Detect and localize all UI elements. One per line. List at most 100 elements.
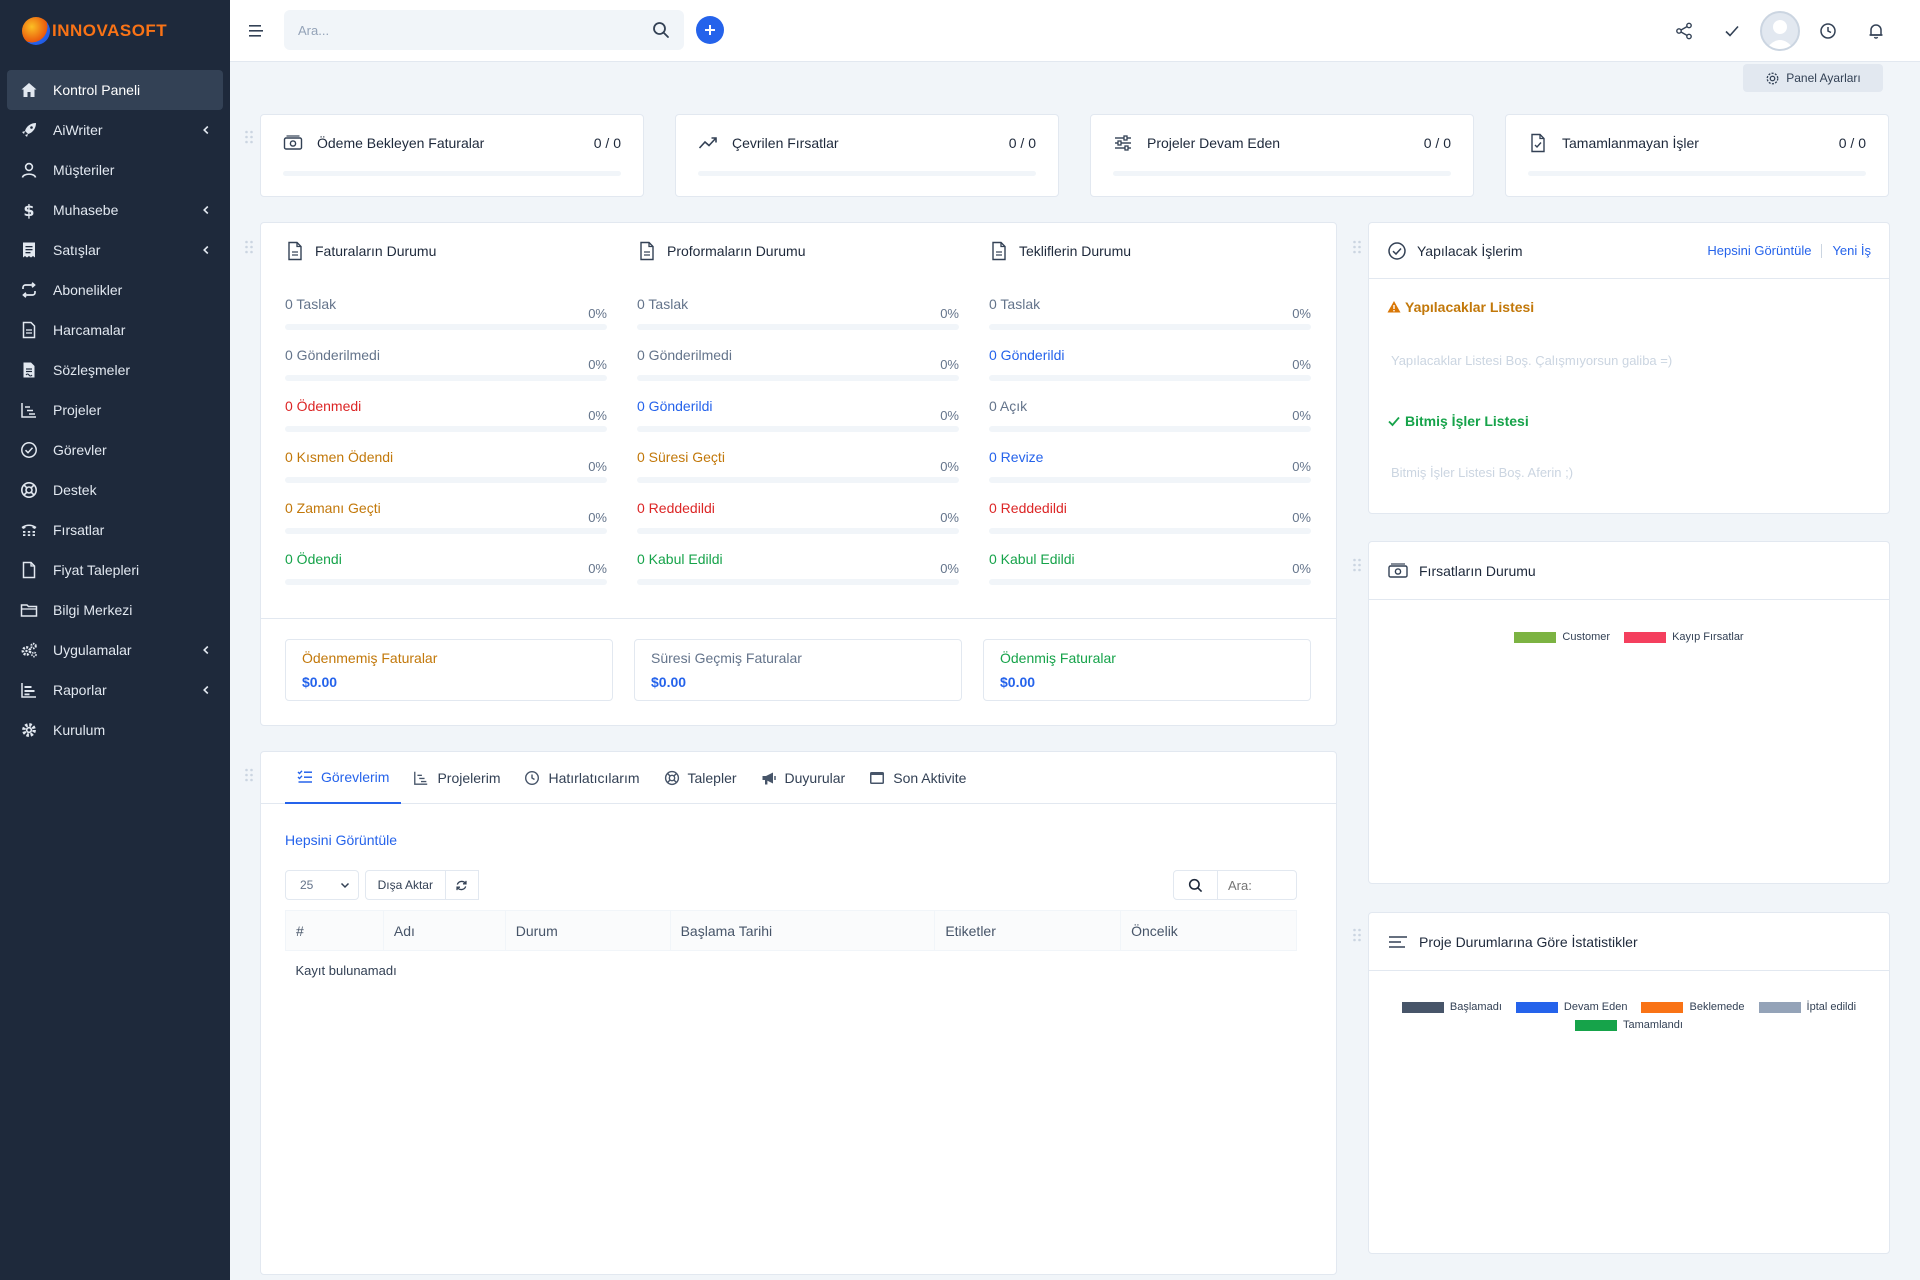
sidebar-item-15[interactable]: Raporlar: [7, 670, 223, 710]
stat-card-header: Tamamlanmayan İşler 0 / 0: [1528, 115, 1866, 171]
page-size-value: 25: [300, 878, 314, 892]
bell-icon[interactable]: [1852, 0, 1900, 62]
search-input[interactable]: [298, 22, 652, 38]
status-row[interactable]: 0 Taslak 0%: [989, 296, 1311, 340]
sidebar-item-7[interactable]: Sözleşmeler: [7, 350, 223, 390]
column-header[interactable]: Durum: [504, 910, 671, 951]
search-icon[interactable]: [652, 21, 670, 39]
check-circle-icon: [1388, 241, 1406, 260]
page-size-select[interactable]: 25: [285, 870, 359, 900]
column-header[interactable]: Öncelik: [1120, 910, 1297, 951]
invoice-summary-box[interactable]: Süresi Geçmiş Faturalar $0.00: [634, 639, 962, 701]
sidebar-item-3[interactable]: $ Muhasebe: [7, 190, 223, 230]
avatar-placeholder-icon: [1766, 20, 1794, 49]
status-row[interactable]: 0 Kabul Edildi 0%: [637, 551, 959, 595]
user-avatar[interactable]: [1760, 11, 1800, 51]
sidebar-item-11[interactable]: Fırsatlar: [7, 510, 223, 550]
tasks-view-all-link[interactable]: Hepsini Görüntüle: [285, 832, 397, 848]
cogs-icon: [19, 640, 39, 660]
sidebar-item-10[interactable]: Destek: [7, 470, 223, 510]
status-column-header: Tekliflerin Durumu: [989, 223, 1311, 279]
status-row[interactable]: 0 Gönderildi 0%: [637, 398, 959, 442]
legend-item[interactable]: Başlamadı: [1401, 1001, 1502, 1013]
file-icon: [19, 560, 39, 580]
quick-add-button[interactable]: [696, 16, 724, 44]
refresh-icon[interactable]: [444, 871, 478, 899]
legend-item[interactable]: Kayıp Fırsatlar: [1624, 631, 1744, 643]
sidebar-item-0[interactable]: Kontrol Paneli: [7, 70, 223, 110]
tab-0[interactable]: Görevlerim: [285, 752, 402, 804]
tab-2[interactable]: Hatırlatıcılarım: [512, 752, 651, 804]
status-row[interactable]: 0 Ödenmedi 0%: [285, 398, 607, 442]
legend-item[interactable]: Customer: [1514, 631, 1610, 643]
status-label: 0 Gönderilmedi: [285, 347, 380, 363]
column-header[interactable]: #: [285, 910, 384, 951]
share-icon[interactable]: [1660, 0, 1708, 62]
new-todo-link[interactable]: Yeni İş: [1832, 243, 1871, 258]
status-row[interactable]: 0 Gönderildi 0%: [989, 347, 1311, 391]
drag-handle-icon[interactable]: [1352, 558, 1362, 572]
sidebar-item-2[interactable]: Müşteriler: [7, 150, 223, 190]
tab-4[interactable]: Duyurular: [749, 752, 858, 804]
status-label: 0 Kısmen Ödendi: [285, 449, 394, 465]
status-row[interactable]: 0 Revize 0%: [989, 449, 1311, 493]
status-row[interactable]: 0 Kısmen Ödendi 0%: [285, 449, 607, 493]
search-icon[interactable]: [1174, 871, 1218, 899]
stat-card-header: Çevrilen Fırsatlar 0 / 0: [698, 115, 1036, 171]
tab-5[interactable]: Son Aktivite: [857, 752, 978, 804]
legend-swatch: [1624, 631, 1667, 643]
column-header[interactable]: Başlama Tarihi: [669, 910, 936, 951]
tab-1[interactable]: Projelerim: [401, 752, 512, 804]
tab-label: Hatırlatıcılarım: [548, 770, 640, 786]
legend-swatch: [1575, 1019, 1618, 1031]
check-icon[interactable]: [1708, 0, 1756, 62]
legend-item[interactable]: İptal edildi: [1758, 1001, 1856, 1013]
drag-handle-icon[interactable]: [1352, 928, 1362, 942]
invoice-summary-box[interactable]: Ödenmemiş Faturalar $0.00: [285, 639, 613, 701]
status-row[interactable]: 0 Gönderilmedi 0%: [637, 347, 959, 391]
panel-settings-button[interactable]: Panel Ayarları: [1743, 64, 1883, 92]
status-row[interactable]: 0 Reddedildi 0%: [637, 500, 959, 544]
sidebar-item-14[interactable]: Uygulamalar: [7, 630, 223, 670]
drag-handle-icon[interactable]: [244, 768, 254, 782]
brand-logo[interactable]: INNOVASOFT: [0, 0, 230, 62]
sidebar-item-8[interactable]: Projeler: [7, 390, 223, 430]
legend-item[interactable]: Tamamlandı: [1575, 1019, 1683, 1031]
status-column: Proformaların Durumu 0 Taslak 0% 0 Gönderil…: [637, 223, 959, 585]
status-row[interactable]: 0 Reddedildi 0%: [989, 500, 1311, 544]
clock-icon[interactable]: [1804, 0, 1852, 62]
sidebar-item-13[interactable]: Bilgi Merkezi: [7, 590, 223, 630]
sidebar-item-4[interactable]: Satışlar: [7, 230, 223, 270]
status-row[interactable]: 0 Açık 0%: [989, 398, 1311, 442]
sidebar-item-label: Bilgi Merkezi: [53, 602, 133, 618]
legend-item[interactable]: Beklemede: [1641, 1001, 1745, 1013]
sidebar-item-5[interactable]: Abonelikler: [7, 270, 223, 310]
status-row[interactable]: 0 Süresi Geçti 0%: [637, 449, 959, 493]
status-row[interactable]: 0 Taslak 0%: [637, 296, 959, 340]
tab-3[interactable]: Talepler: [652, 752, 749, 804]
column-header[interactable]: Etiketler: [934, 910, 1122, 951]
drag-handle-icon[interactable]: [244, 130, 254, 144]
invoice-summary-box[interactable]: Ödenmiş Faturalar $0.00: [983, 639, 1311, 701]
status-row[interactable]: 0 Zamanı Geçti 0%: [285, 500, 607, 544]
drag-handle-icon[interactable]: [244, 240, 254, 254]
menu-toggle-icon[interactable]: [248, 22, 266, 40]
export-button[interactable]: Dışa Aktar: [365, 870, 479, 900]
sidebar-item-12[interactable]: Fiyat Talepleri: [7, 550, 223, 590]
sidebar-item-1[interactable]: AiWriter: [7, 110, 223, 150]
drag-handle-icon[interactable]: [1352, 240, 1362, 254]
done-list-title: Bitmiş İşler Listesi: [1405, 413, 1529, 429]
status-row[interactable]: 0 Gönderilmedi 0%: [285, 347, 607, 391]
todo-view-all-link[interactable]: Hepsini Görüntüle: [1707, 243, 1811, 258]
sidebar-item-9[interactable]: Görevler: [7, 430, 223, 470]
legend-item[interactable]: Devam Eden: [1515, 1001, 1627, 1013]
sidebar-item-6[interactable]: Harcamalar: [7, 310, 223, 350]
status-label: 0 Reddedildi: [989, 500, 1067, 516]
tab-label: Görevlerim: [321, 769, 390, 785]
status-row[interactable]: 0 Taslak 0%: [285, 296, 607, 340]
status-row[interactable]: 0 Kabul Edildi 0%: [989, 551, 1311, 595]
sidebar-item-16[interactable]: Kurulum: [7, 710, 223, 750]
table-search-input[interactable]: [1218, 877, 1294, 893]
status-row[interactable]: 0 Ödendi 0%: [285, 551, 607, 595]
column-header[interactable]: Adı: [382, 910, 506, 951]
